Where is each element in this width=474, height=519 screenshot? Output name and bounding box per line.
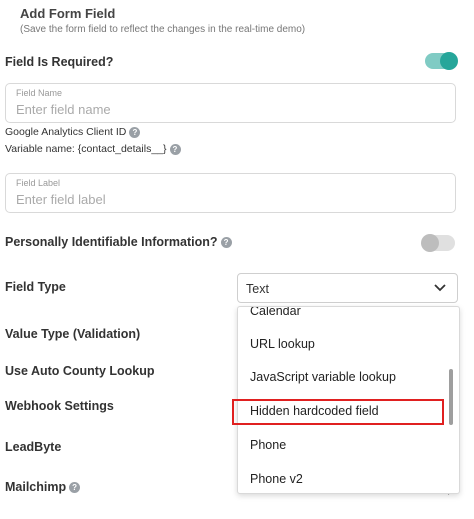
auto-county-label: Use Auto County Lookup (5, 364, 155, 378)
pii-label-row: Personally Identifiable Information?? (5, 235, 232, 249)
page-title: Add Form Field (20, 6, 116, 21)
field-type-value: Text (246, 282, 269, 296)
pii-label: Personally Identifiable Information? (5, 235, 218, 249)
help-circle-icon[interactable]: ? (169, 143, 181, 155)
option-javascript-variable-lookup[interactable]: JavaScript variable lookup (250, 370, 396, 384)
mailchimp-label-row: Mailchimp? (5, 480, 81, 494)
highlight-box (232, 399, 444, 425)
help-circle-icon[interactable]: ? (69, 482, 81, 494)
field-name-input[interactable] (16, 102, 436, 117)
option-phone[interactable]: Phone (250, 438, 286, 452)
option-phone-v2[interactable]: Phone v2 (250, 472, 303, 486)
pii-toggle-knob (421, 234, 439, 252)
ga-label-row: Google Analytics Client ID? (5, 126, 141, 138)
field-label-box[interactable]: Field Label (5, 173, 456, 213)
field-type-label: Field Type (5, 280, 66, 294)
leadbyte-label: LeadByte (5, 440, 62, 454)
field-label-label: Field Label (16, 178, 61, 188)
field-name-box[interactable]: Field Name (5, 83, 456, 123)
pii-toggle[interactable] (421, 234, 455, 252)
field-type-select[interactable]: Text (237, 273, 458, 303)
required-toggle[interactable] (425, 52, 458, 70)
chevron-down-icon (434, 284, 446, 292)
option-calendar[interactable]: Calendar (250, 307, 301, 318)
mailchimp-label: Mailchimp (5, 480, 67, 494)
dropdown-scrollbar[interactable] (449, 369, 453, 425)
field-label-input[interactable] (16, 192, 436, 207)
value-type-label: Value Type (Validation) (5, 327, 141, 341)
ga-label: Google Analytics Client ID (5, 126, 127, 138)
field-name-label: Field Name (16, 88, 63, 98)
webhook-label: Webhook Settings (5, 399, 114, 413)
help-circle-icon[interactable]: ? (129, 126, 141, 138)
option-url-lookup[interactable]: URL lookup (250, 337, 315, 351)
ga-variable-row: Variable name: {contact_details__}? (5, 143, 181, 155)
required-toggle-knob (440, 52, 458, 70)
page-subtitle: (Save the form field to reflect the chan… (20, 24, 306, 35)
ga-variable: Variable name: {contact_details__} (5, 143, 167, 155)
required-label: Field Is Required? (5, 55, 114, 69)
help-circle-icon[interactable]: ? (220, 237, 232, 249)
